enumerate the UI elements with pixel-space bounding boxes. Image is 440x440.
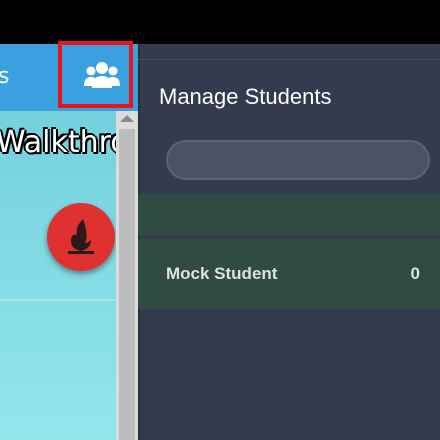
student-name: Mock Student xyxy=(166,264,278,283)
student-score: 0 xyxy=(410,264,420,283)
content-divider xyxy=(0,299,116,301)
tab-label-partial[interactable]: s xyxy=(0,64,9,89)
walkthrough-content: Walkthro xyxy=(0,111,116,440)
manage-students-panel: Manage Students Mock Student 0 xyxy=(138,44,440,440)
list-header-band xyxy=(138,194,440,236)
student-row[interactable]: Mock Student 0 xyxy=(138,239,440,309)
vertical-scrollbar[interactable] xyxy=(116,111,138,440)
manage-students-button[interactable] xyxy=(58,41,133,108)
app-left-pane: s 1 Walkthro xyxy=(0,41,138,440)
scrollbar-thumb[interactable] xyxy=(119,129,135,440)
tab-strip: s 1 xyxy=(0,41,138,111)
student-search-input[interactable] xyxy=(166,140,430,180)
walkthrough-title: Walkthro xyxy=(0,125,116,160)
flame-action-button[interactable] xyxy=(47,203,115,271)
panel-title: Manage Students xyxy=(159,84,332,109)
scroll-up-arrow-icon[interactable] xyxy=(120,115,134,122)
panel-top-divider xyxy=(138,59,440,60)
top-black-bar xyxy=(0,0,440,44)
